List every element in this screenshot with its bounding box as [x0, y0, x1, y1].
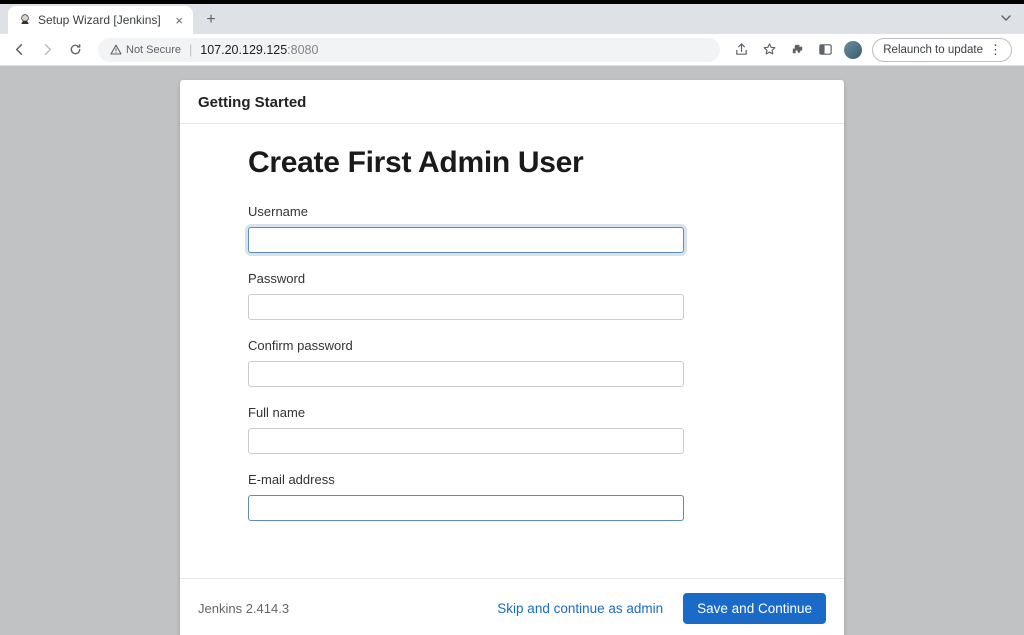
browser-window: Setup Wizard [Jenkins] × + Not Secure | … [0, 0, 1024, 635]
confirm-password-label: Confirm password [248, 338, 776, 353]
panel-header: Getting Started [180, 80, 844, 124]
panel-footer: Jenkins 2.414.3 Skip and continue as adm… [180, 578, 844, 635]
fullname-label: Full name [248, 405, 776, 420]
omnibox-divider: | [189, 43, 192, 57]
profile-avatar-icon[interactable] [844, 41, 862, 59]
url-port: :8080 [287, 43, 318, 57]
reload-button[interactable] [64, 39, 86, 61]
back-button[interactable] [8, 39, 30, 61]
toolbar-right-icons: Relaunch to update ⋮ [732, 38, 1016, 62]
security-warning: Not Secure [110, 44, 181, 56]
fullname-field-group: Full name [248, 405, 776, 454]
confirm-password-field-group: Confirm password [248, 338, 776, 387]
footer-actions: Skip and continue as admin Save and Cont… [497, 593, 826, 624]
security-label: Not Secure [126, 44, 181, 56]
tabs-dropdown-icon[interactable] [1000, 12, 1012, 24]
username-label: Username [248, 204, 776, 219]
extensions-icon[interactable] [788, 41, 806, 59]
browser-tab[interactable]: Setup Wizard [Jenkins] × [8, 6, 193, 34]
panel-body: Create First Admin User Username Passwor… [180, 124, 844, 578]
username-input[interactable] [248, 227, 684, 253]
fullname-input[interactable] [248, 428, 684, 454]
browser-toolbar: Not Secure | 107.20.129.125:8080 Relaunc [0, 34, 1024, 66]
password-input[interactable] [248, 294, 684, 320]
tab-strip: Setup Wizard [Jenkins] × + [0, 4, 1024, 34]
confirm-password-input[interactable] [248, 361, 684, 387]
jenkins-version: Jenkins 2.414.3 [198, 601, 289, 616]
close-tab-icon[interactable]: × [175, 13, 183, 28]
menu-dots-icon: ⋮ [989, 42, 1001, 58]
relaunch-button[interactable]: Relaunch to update ⋮ [872, 38, 1012, 62]
relaunch-label: Relaunch to update [883, 44, 983, 56]
password-label: Password [248, 271, 776, 286]
email-field-group: E-mail address [248, 472, 776, 521]
page-title: Create First Admin User [248, 146, 776, 180]
forward-button[interactable] [36, 39, 58, 61]
save-and-continue-button[interactable]: Save and Continue [683, 593, 826, 624]
tab-title: Setup Wizard [Jenkins] [38, 13, 161, 27]
warning-icon [110, 44, 122, 56]
address-bar[interactable]: Not Secure | 107.20.129.125:8080 [98, 38, 720, 62]
share-icon[interactable] [732, 41, 750, 59]
page-viewport: Getting Started Create First Admin User … [0, 66, 1024, 635]
username-field-group: Username [248, 204, 776, 253]
setup-wizard-panel: Getting Started Create First Admin User … [180, 80, 844, 635]
new-tab-button[interactable]: + [199, 8, 223, 32]
email-input[interactable] [248, 495, 684, 521]
url-host: 107.20.129.125 [200, 43, 287, 57]
jenkins-favicon [18, 13, 32, 27]
panel-icon[interactable] [816, 41, 834, 59]
password-field-group: Password [248, 271, 776, 320]
bookmark-icon[interactable] [760, 41, 778, 59]
skip-link[interactable]: Skip and continue as admin [497, 601, 663, 616]
email-label: E-mail address [248, 472, 776, 487]
